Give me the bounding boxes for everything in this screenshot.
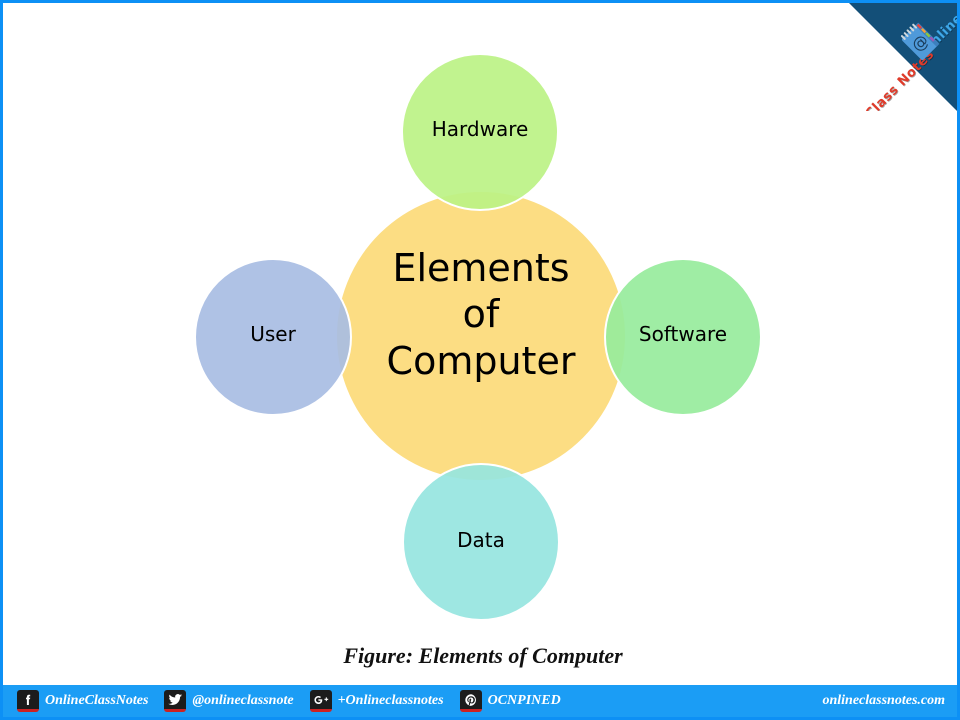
slide-canvas: Hardware User Software Data Elements of … [0,0,960,720]
software-circle[interactable] [604,258,762,416]
twitter-handle: @onlineclassnote [192,693,294,708]
elements-of-computer-diagram: Hardware User Software Data Elements of … [3,3,957,663]
footer-site-url[interactable]: onlineclassnotes.com [822,693,945,709]
facebook-handle: OnlineClassNotes [45,693,149,708]
facebook-icon [17,690,39,712]
social-link-twitter[interactable]: @onlineclassnote [164,690,294,712]
social-link-facebook[interactable]: OnlineClassNotes [17,690,148,712]
pinterest-handle: OCNPINED [487,693,561,708]
social-link-pinterest[interactable]: OCNPINED [459,690,561,712]
social-link-googleplus[interactable]: +Onlineclassnotes [309,690,444,712]
data-circle[interactable] [402,463,560,621]
hardware-circle[interactable] [401,53,559,211]
figure-caption: Figure: Elements of Computer [343,643,623,668]
user-circle[interactable] [194,258,352,416]
ribbon-wedge [849,3,957,111]
googleplus-handle: +Onlineclassnotes [337,693,444,708]
twitter-icon [164,690,187,712]
site-logo-ribbon[interactable]: Online Class Notes @ [849,3,957,111]
diagram-svg [194,53,762,621]
site-footer-bar: OnlineClassNotes @onlineclassnote +Onlin… [3,683,957,717]
googleplus-icon [309,690,332,712]
center-circle[interactable] [335,190,627,482]
pinterest-icon [459,690,482,712]
